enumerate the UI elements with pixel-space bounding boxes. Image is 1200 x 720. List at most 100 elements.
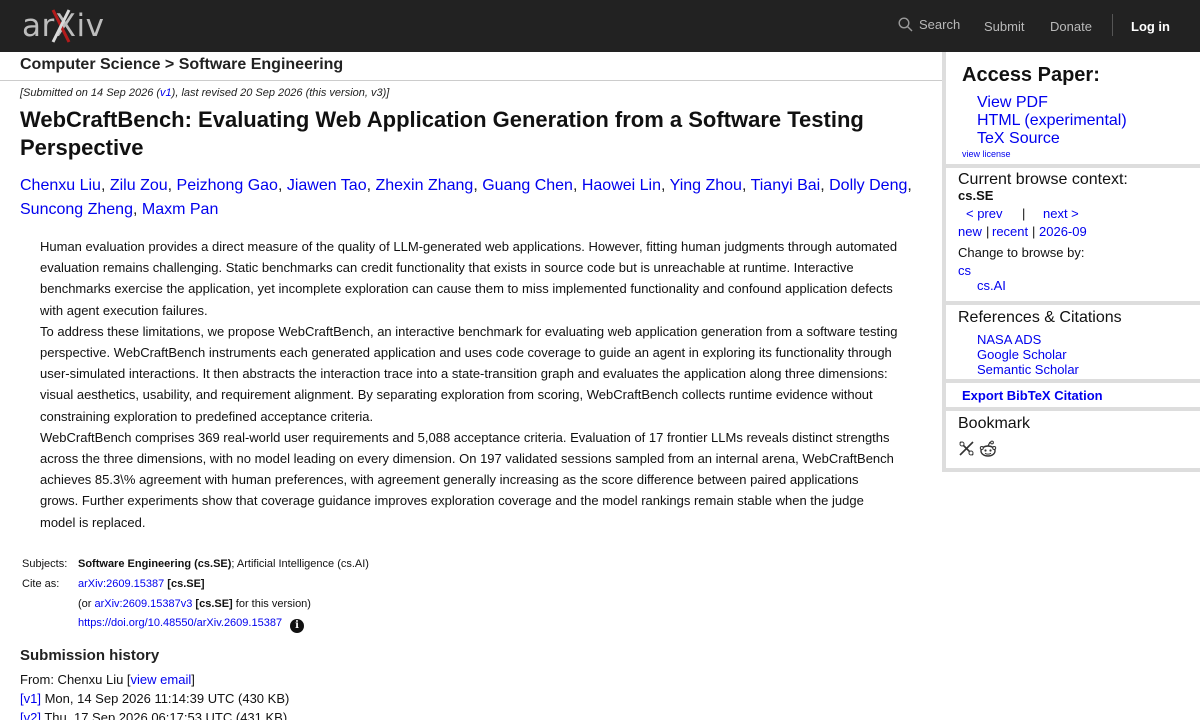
bookmark-icons bbox=[958, 440, 997, 458]
version-entry: [v2] Thu, 17 Sep 2026 06:17:53 UTC (431 … bbox=[20, 708, 289, 720]
semantic-scholar-link[interactable]: Semantic Scholar bbox=[977, 362, 1079, 377]
author-link[interactable]: Zilu Zou bbox=[110, 177, 168, 194]
author-link[interactable]: Guang Chen bbox=[482, 177, 573, 194]
author-link[interactable]: Haowei Lin bbox=[582, 177, 661, 194]
doi-link[interactable]: https://doi.org/10.48550/arXiv.2609.1538… bbox=[78, 617, 282, 629]
from-suffix: ] bbox=[191, 672, 195, 687]
change-browse-label: Change to browse by: bbox=[958, 245, 1085, 260]
paper-title: WebCraftBench: Evaluating Web Applicatio… bbox=[20, 107, 864, 160]
nav-divider bbox=[1112, 14, 1113, 36]
separator: | bbox=[1032, 224, 1036, 239]
tex-source-link[interactable]: TeX Source bbox=[977, 130, 1060, 147]
html-experimental-link[interactable]: HTML (experimental) bbox=[977, 112, 1127, 129]
author-link[interactable]: Zhexin Zhang bbox=[375, 177, 473, 194]
sidebar: Access Paper: View PDF HTML (experimenta… bbox=[942, 52, 1200, 472]
bibsonomy-icon[interactable] bbox=[958, 440, 975, 457]
cite-category: [cs.SE] bbox=[167, 578, 205, 590]
dateline-v1-link[interactable]: v1 bbox=[160, 87, 172, 99]
cite-label: Cite as: bbox=[22, 578, 60, 590]
view-email-link[interactable]: view email bbox=[131, 672, 192, 687]
submission-history: From: Chenxu Liu [view email] [v1] Mon, … bbox=[20, 670, 289, 720]
author-separator: , bbox=[661, 177, 670, 194]
version-link[interactable]: [v1] bbox=[20, 691, 41, 706]
info-icon[interactable]: i bbox=[290, 619, 305, 633]
cite-version-value: (or arXiv:2609.15387v3 [cs.SE] for this … bbox=[78, 598, 311, 610]
abstract-paragraph: Human evaluation provides a direct measu… bbox=[40, 239, 898, 318]
version-entry: [v1] Mon, 14 Sep 2026 11:14:39 UTC (430 … bbox=[20, 689, 289, 708]
access-paper-block: Access Paper: View PDF HTML (experimenta… bbox=[946, 52, 1200, 168]
submission-from: From: Chenxu Liu [view email] bbox=[20, 670, 289, 689]
arxiv-logo-x-icon bbox=[51, 9, 71, 43]
new-link[interactable]: new bbox=[958, 224, 982, 239]
dateline-suffix: ), last revised 20 Sep 2026 (this versio… bbox=[171, 87, 390, 99]
breadcrumb[interactable]: Computer Science > Software Engineering bbox=[20, 56, 343, 74]
abstract: Human evaluation provides a direct measu… bbox=[40, 236, 900, 533]
version-date: Mon, 14 Sep 2026 11:14:39 UTC (430 KB) bbox=[40, 691, 290, 706]
cite-version-link[interactable]: arXiv:2609.15387v3 bbox=[95, 598, 193, 610]
abstract-paragraph: To address these limitations, we propose… bbox=[40, 323, 898, 424]
author-link[interactable]: Jiawen Tao bbox=[287, 177, 367, 194]
search-icon bbox=[898, 17, 913, 32]
arxiv-logo[interactable]: arXiv bbox=[22, 6, 117, 46]
google-scholar-link[interactable]: Google Scholar bbox=[977, 347, 1067, 362]
export-bibtex-link[interactable]: Export BibTeX Citation bbox=[962, 388, 1103, 403]
author-link[interactable]: Ying Zhou bbox=[670, 177, 742, 194]
submission-dateline: [Submitted on 14 Sep 2026 (v1), last rev… bbox=[20, 87, 389, 99]
author-separator: , bbox=[820, 177, 830, 194]
nasa-ads-link[interactable]: NASA ADS bbox=[977, 332, 1041, 347]
login-link[interactable]: Log in bbox=[1131, 19, 1170, 34]
author-link[interactable]: Maxm Pan bbox=[142, 201, 218, 218]
donate-link[interactable]: Donate bbox=[1050, 19, 1092, 34]
abstract-paragraph: WebCraftBench comprises 369 real-world u… bbox=[40, 429, 894, 530]
subjects-primary: Software Engineering (cs.SE) bbox=[78, 558, 232, 570]
author-separator: , bbox=[473, 177, 483, 194]
author-separator: , bbox=[907, 177, 912, 194]
top-navbar: arXiv Search Submit Donate Log in bbox=[0, 0, 1200, 52]
author-separator: , bbox=[100, 177, 110, 194]
author-link[interactable]: Suncong Zheng bbox=[20, 201, 133, 218]
author-separator: , bbox=[277, 177, 287, 194]
breadcrumb-bar: Computer Science > Software Engineering bbox=[0, 52, 942, 81]
reddit-icon[interactable] bbox=[979, 440, 997, 458]
references-block: References & Citations NASA ADS Google S… bbox=[946, 305, 1200, 383]
author-link[interactable]: Tianyi Bai bbox=[751, 177, 821, 194]
references-title: References & Citations bbox=[958, 309, 1122, 326]
version-link[interactable]: [v2] bbox=[20, 710, 41, 720]
author-link[interactable]: Chenxu Liu bbox=[20, 177, 101, 194]
author-list: Chenxu Liu, Zilu Zou, Peizhong Gao, Jiaw… bbox=[20, 174, 920, 222]
cite-value: arXiv:2609.15387 [cs.SE] bbox=[78, 578, 205, 590]
author-separator: , bbox=[132, 201, 142, 218]
browse-cs-link[interactable]: cs bbox=[958, 263, 971, 278]
from-prefix: From: Chenxu Liu [ bbox=[20, 672, 131, 687]
export-block: Export BibTeX Citation bbox=[946, 383, 1200, 411]
browse-csai-link[interactable]: cs.AI bbox=[977, 278, 1006, 293]
bookmark-title: Bookmark bbox=[958, 415, 1031, 432]
search-link[interactable]: Search bbox=[898, 17, 960, 32]
subjects-rest: ; Artificial Intelligence (cs.AI) bbox=[231, 558, 369, 570]
view-pdf-link[interactable]: View PDF bbox=[977, 94, 1048, 111]
browse-context-value: cs.SE bbox=[958, 188, 994, 203]
month-link[interactable]: 2026-09 bbox=[1039, 224, 1087, 239]
author-separator: , bbox=[741, 177, 751, 194]
cite-id-link[interactable]: arXiv:2609.15387 bbox=[78, 578, 164, 590]
author-separator: , bbox=[167, 177, 177, 194]
view-license-link[interactable]: view license bbox=[962, 149, 1011, 159]
author-separator: , bbox=[572, 177, 582, 194]
author-link[interactable]: Peizhong Gao bbox=[177, 177, 278, 194]
browse-context-block: Current browse context: cs.SE < prev | n… bbox=[946, 168, 1200, 305]
recent-link[interactable]: recent bbox=[992, 224, 1028, 239]
submission-history-heading: Submission history bbox=[20, 647, 160, 664]
access-links: View PDF HTML (experimental) TeX Source bbox=[977, 94, 1127, 148]
prev-next-separator: | bbox=[1022, 206, 1026, 221]
browse-context-title: Current browse context: bbox=[958, 171, 1128, 188]
submit-link[interactable]: Submit bbox=[984, 19, 1024, 34]
author-link[interactable]: Dolly Deng bbox=[829, 177, 907, 194]
cite-version-suffix: for this version) bbox=[232, 598, 311, 610]
next-link[interactable]: next > bbox=[1043, 206, 1079, 221]
subjects-value: Software Engineering (cs.SE); Artificial… bbox=[78, 558, 369, 570]
separator: | bbox=[986, 224, 990, 239]
cite-version-category: [cs.SE] bbox=[195, 598, 233, 610]
doi-value: https://doi.org/10.48550/arXiv.2609.1538… bbox=[78, 617, 305, 633]
subjects-label: Subjects: bbox=[22, 558, 68, 570]
prev-link[interactable]: < prev bbox=[966, 206, 1003, 221]
